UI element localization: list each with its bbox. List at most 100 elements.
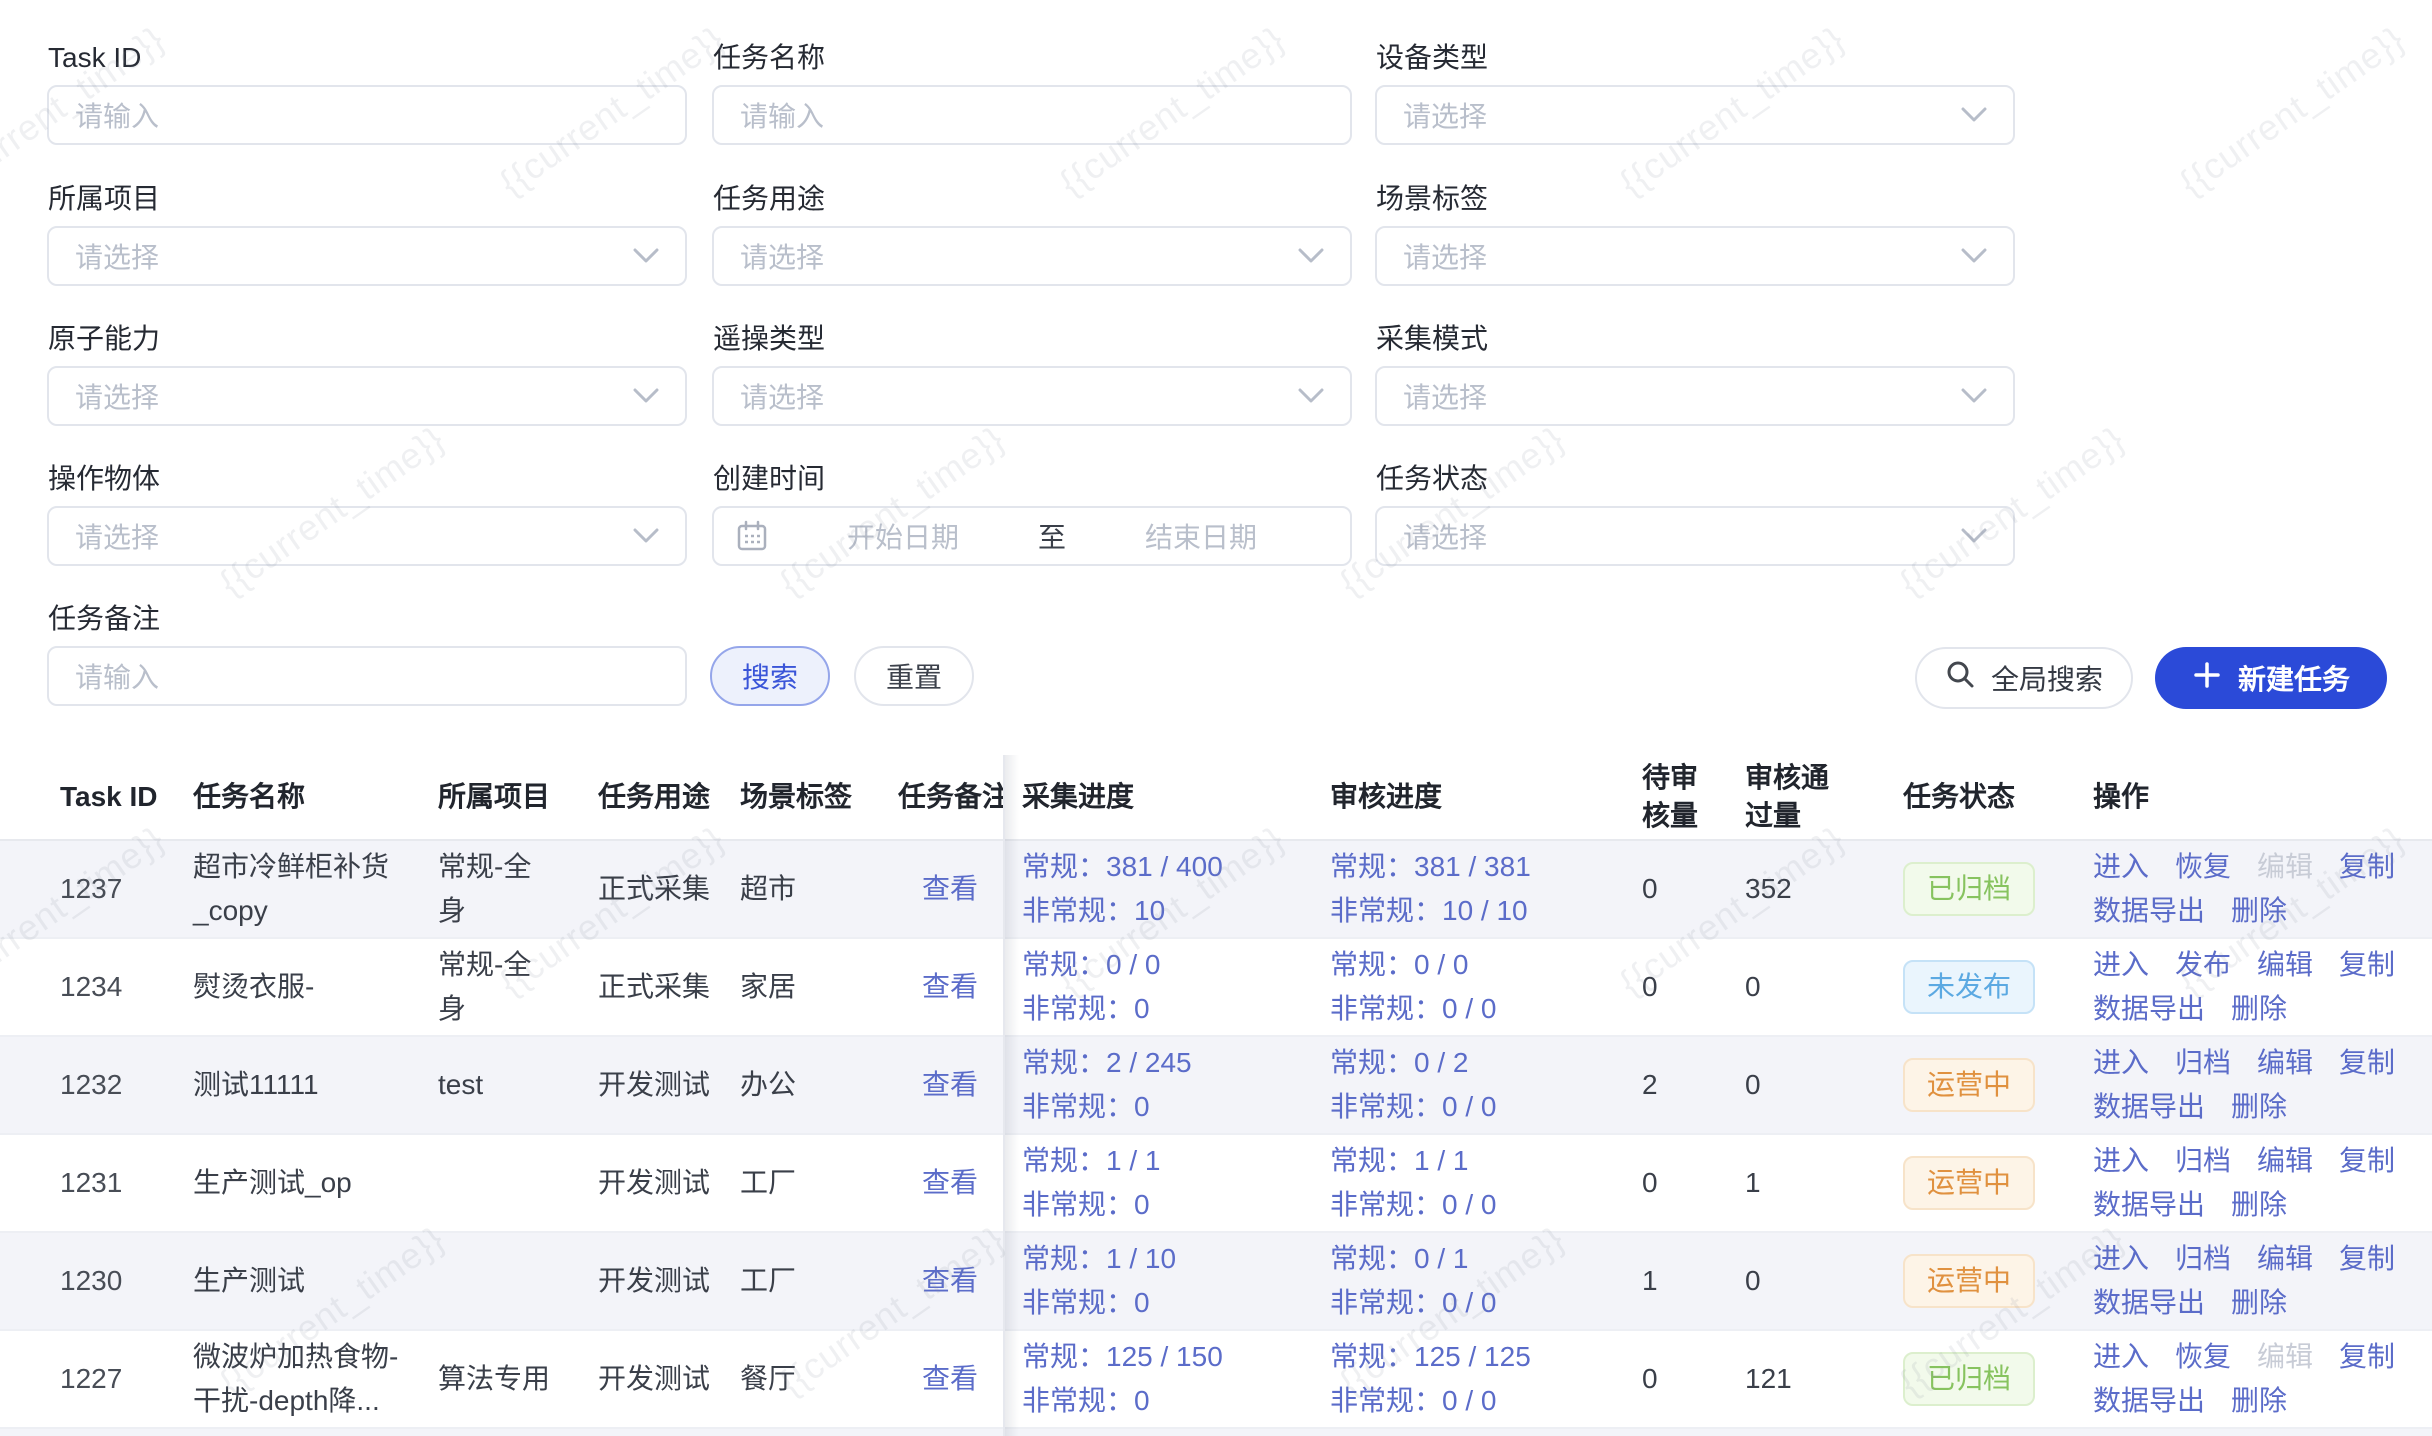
review-progress-line: 非常规：0 / 0: [1330, 987, 1496, 1031]
view-remark-link[interactable]: 查看: [922, 1357, 978, 1401]
action-link[interactable]: 复制: [2339, 943, 2395, 987]
action-link[interactable]: 编辑: [2257, 1041, 2313, 1085]
action-link[interactable]: 进入: [2093, 1139, 2149, 1183]
atomic-ability-select[interactable]: 请选择: [47, 366, 687, 426]
create-time-daterange[interactable]: 开始日期 至 结束日期: [712, 506, 1352, 566]
action-link[interactable]: 复制: [2339, 1335, 2395, 1379]
cell-col-collect-progress: 常规：381 / 400非常规：10: [1022, 841, 1322, 937]
action-link[interactable]: 编辑: [2257, 943, 2313, 987]
header-col-task-name: 任务名称: [193, 755, 428, 839]
plus-icon: [2192, 660, 2222, 697]
task-purpose-select[interactable]: 请选择: [712, 226, 1352, 286]
chevron-down-icon: [633, 388, 659, 404]
pending-count-value: 1: [1642, 1233, 1738, 1329]
cell-col-task-name: 超市冷鲜柜补货 _copy: [193, 841, 428, 937]
reset-button[interactable]: 重置: [854, 646, 974, 706]
action-link[interactable]: 删除: [2231, 889, 2287, 933]
action-link[interactable]: 数据导出: [2093, 1183, 2205, 1227]
device-type-select[interactable]: 请选择: [1375, 85, 2015, 145]
search-button[interactable]: 搜索: [710, 646, 830, 706]
cell-col-task-id: 1227: [60, 1331, 190, 1427]
cell-col-task-status: 运营中: [1903, 1135, 2087, 1231]
cell-col-task-status: 未发布: [1903, 939, 2087, 1035]
task-name-input[interactable]: 请输入: [712, 85, 1352, 145]
table-row: 1231生产测试_op开发测试工厂查看常规：1 / 1非常规：0常规：1 / 1…: [0, 1135, 2432, 1233]
start-date-placeholder: 开始日期: [774, 516, 1032, 556]
action-link[interactable]: 删除: [2231, 1183, 2287, 1227]
task-id-value: 1227: [60, 1357, 122, 1401]
pending-count-value: 0: [1642, 1135, 1738, 1231]
action-link[interactable]: 进入: [2093, 1237, 2149, 1281]
action-link[interactable]: 复制: [2339, 845, 2395, 889]
header-col-collect-progress: 采集进度: [1022, 755, 1322, 839]
header-col-task-status: 任务状态: [1903, 755, 2087, 839]
action-link[interactable]: 复制: [2339, 1041, 2395, 1085]
action-link[interactable]: 删除: [2231, 1281, 2287, 1325]
task-status-select[interactable]: 请选择: [1375, 506, 2015, 566]
action-link[interactable]: 删除: [2231, 1379, 2287, 1423]
review-progress-line: 常规：0 / 1: [1330, 1237, 1468, 1281]
action-link[interactable]: 复制: [2339, 1237, 2395, 1281]
cell-col-collect-progress: 常规：1 / 10非常规：0: [1022, 1233, 1322, 1329]
action-link[interactable]: 归档: [2175, 1139, 2231, 1183]
task-status-placeholder: 请选择: [1403, 516, 1961, 556]
view-remark-link[interactable]: 查看: [922, 965, 978, 1009]
table-row: 1227微波炉加热食物- 干扰-depth降...算法专用开发测试餐厅查看常规：…: [0, 1331, 2432, 1429]
approved-count-value: 352: [1745, 841, 1901, 937]
cell-col-project: 常规-全 身: [438, 841, 588, 937]
action-link[interactable]: 数据导出: [2093, 1085, 2205, 1129]
cell-col-collect-progress: 常规：2 / 245非常规：0: [1022, 1037, 1322, 1133]
task-id-placeholder: 请输入: [75, 95, 659, 135]
action-link[interactable]: 发布: [2175, 943, 2231, 987]
view-remark-link[interactable]: 查看: [922, 1063, 978, 1107]
view-remark-link[interactable]: 查看: [922, 1161, 978, 1205]
operate-object-placeholder: 请选择: [75, 516, 633, 556]
approved-count-value: 正式采集: [598, 939, 734, 1035]
action-link[interactable]: 数据导出: [2093, 1281, 2205, 1325]
cell-col-task-id: 1237: [60, 841, 190, 937]
view-remark-link[interactable]: 查看: [922, 1259, 978, 1303]
view-remark-link[interactable]: 查看: [922, 867, 978, 911]
teleop-type-select[interactable]: 请选择: [712, 366, 1352, 426]
action-link[interactable]: 数据导出: [2093, 889, 2205, 933]
scene-tag-select[interactable]: 请选择: [1375, 226, 2015, 286]
action-link[interactable]: 复制: [2339, 1139, 2395, 1183]
approved-count-value: 正式采集: [598, 841, 734, 937]
action-link[interactable]: 恢复: [2175, 1335, 2231, 1379]
task-id-input[interactable]: 请输入: [47, 85, 687, 145]
action-link[interactable]: 归档: [2175, 1237, 2231, 1281]
action-link[interactable]: 删除: [2231, 1085, 2287, 1129]
action-link[interactable]: 归档: [2175, 1041, 2231, 1085]
cell-col-review-progress: 常规：0 / 2非常规：0 / 0: [1330, 1037, 1630, 1133]
create-task-button[interactable]: 新建任务: [2155, 647, 2387, 709]
action-link[interactable]: 进入: [2093, 1335, 2149, 1379]
action-link[interactable]: 删除: [2231, 987, 2287, 1031]
action-link[interactable]: 进入: [2093, 1041, 2149, 1085]
global-search-button[interactable]: 全局搜索: [1915, 647, 2133, 709]
project-value: test: [438, 1063, 483, 1107]
header-col-pending-count: 待审 核量: [1642, 755, 1738, 839]
cell-col-task-name: 熨烫衣服-: [193, 939, 428, 1035]
action-link[interactable]: 数据导出: [2093, 987, 2205, 1031]
status-badge: 运营中: [1903, 1058, 2035, 1112]
task-name-value: 生产测试_op: [193, 1161, 352, 1205]
action-link[interactable]: 编辑: [2257, 1237, 2313, 1281]
table-row: 1234熨烫衣服-常规-全 身正式采集家居查看常规：0 / 0非常规：0常规：0…: [0, 939, 2432, 1037]
action-link[interactable]: 进入: [2093, 943, 2149, 987]
approved-count-value: 工厂: [740, 1233, 890, 1329]
task-name-value: 测试11111: [193, 1063, 319, 1107]
approved-count-value: 家居: [740, 939, 890, 1035]
status-badge: 运营中: [1903, 1156, 2035, 1210]
action-link[interactable]: 进入: [2093, 845, 2149, 889]
task-remark-placeholder: 请输入: [75, 656, 659, 696]
action-link[interactable]: 数据导出: [2093, 1379, 2205, 1423]
collect-progress-line: 非常规：0: [1022, 987, 1150, 1031]
action-link[interactable]: 恢复: [2175, 845, 2231, 889]
collect-mode-select[interactable]: 请选择: [1375, 366, 2015, 426]
action-link[interactable]: 编辑: [2257, 1139, 2313, 1183]
operate-object-select[interactable]: 请选择: [47, 506, 687, 566]
task-remark-input[interactable]: 请输入: [47, 646, 687, 706]
project-select[interactable]: 请选择: [47, 226, 687, 286]
collect-progress-line: 常规：125 / 150: [1022, 1335, 1223, 1379]
task-name-value: 生产测试: [193, 1259, 305, 1303]
